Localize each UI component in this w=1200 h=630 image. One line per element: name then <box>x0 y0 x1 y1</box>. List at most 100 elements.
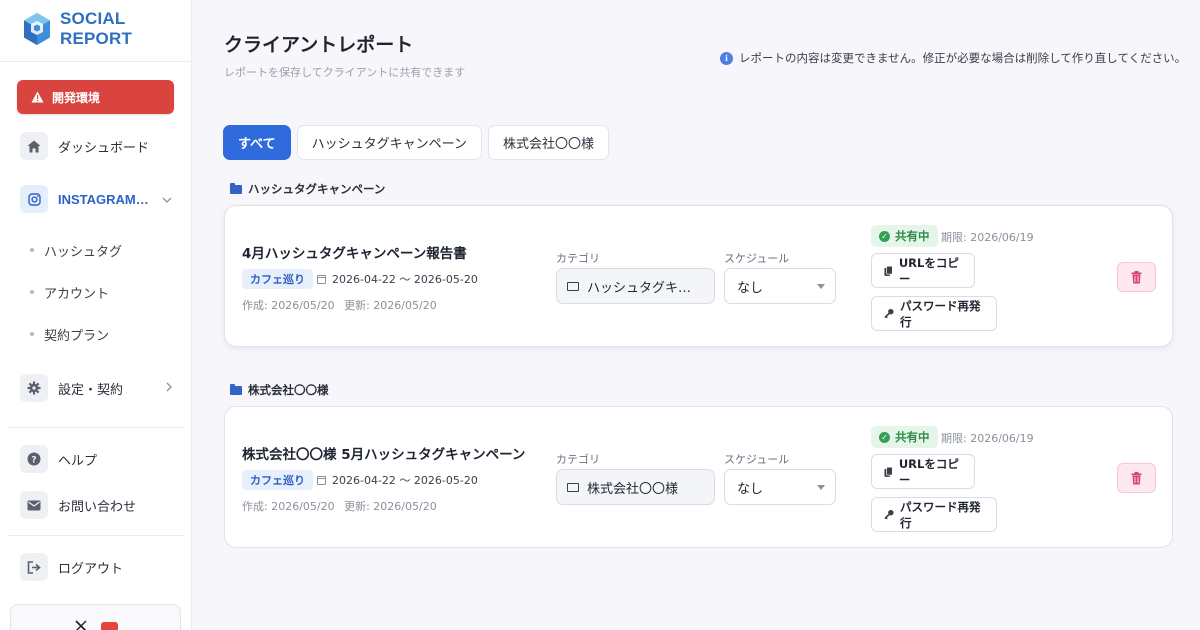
copy-url-button[interactable]: URLをコピー <box>871 454 975 489</box>
sidebar-subitem-hashtag[interactable]: ハッシュタグ <box>30 230 182 270</box>
notice: i レポートの内容は変更できません。修正が必要な場合は削除して作り直してください… <box>720 50 1186 66</box>
copy-url-button[interactable]: URLをコピー <box>871 253 975 288</box>
sidebar-subitem-label: 契約プラン <box>44 328 110 344</box>
sidebar-divider <box>8 535 184 536</box>
created-date: 作成: 2026/05/20 <box>242 500 335 513</box>
tab-hashtag-campaign[interactable]: ハッシュタグキャンペーン <box>296 125 482 160</box>
app-logo[interactable]: SOCIAL REPORT <box>22 9 191 48</box>
reissue-password-button[interactable]: パスワード再発行 <box>871 296 997 331</box>
folder-icon <box>230 383 242 395</box>
report-dates: 作成: 2026/05/20 更新: 2026/05/20 <box>242 498 437 514</box>
key-icon <box>884 308 894 319</box>
sidebar-subitem-label: アカウント <box>44 286 110 302</box>
copy-icon <box>884 466 893 477</box>
category-label: カテゴリ <box>556 252 600 265</box>
logo-icon <box>22 12 52 46</box>
created-date: 作成: 2026/05/20 <box>242 299 335 312</box>
x-logo-icon[interactable] <box>75 620 87 630</box>
sidebar-item-logout[interactable]: ログアウト <box>20 551 182 583</box>
sidebar-item-settings[interactable]: 設定・契約 <box>20 372 182 404</box>
chevron-down-icon <box>162 192 172 206</box>
calendar-icon <box>317 274 326 284</box>
calendar-icon <box>317 475 326 485</box>
report-card: 4月ハッシュタグキャンペーン報告書 カフェ巡り 2026-04-22 〜 202… <box>224 205 1173 347</box>
report-period-text: 2026-04-22 〜 2026-05-20 <box>332 273 478 286</box>
chevron-right-icon <box>166 381 172 395</box>
share-expiry: 期限: 2026/06/19 <box>941 231 1034 244</box>
report-tag: カフェ巡り <box>242 269 313 289</box>
tab-client-company[interactable]: 株式会社〇〇様 <box>487 125 609 160</box>
schedule-value: なし <box>737 481 764 497</box>
report-period-text: 2026-04-22 〜 2026-05-20 <box>332 474 478 487</box>
sidebar-subitem-label: ハッシュタグ <box>44 244 123 260</box>
report-dates: 作成: 2026/05/20 更新: 2026/05/20 <box>242 297 437 313</box>
delete-button[interactable] <box>1117 262 1156 292</box>
reissue-password-label: パスワード再発行 <box>900 298 981 329</box>
youtube-icon[interactable] <box>101 622 118 630</box>
help-icon: ? <box>20 445 48 473</box>
category-label: カテゴリ <box>556 453 600 466</box>
bullet-icon <box>30 332 34 336</box>
schedule-label: スケジュール <box>724 252 790 265</box>
logo-text: SOCIAL REPORT <box>60 9 133 48</box>
page-title: クライアントレポート <box>224 34 414 56</box>
copy-icon <box>884 265 893 276</box>
tab-all[interactable]: すべて <box>223 125 291 160</box>
report-tag: カフェ巡り <box>242 470 313 490</box>
schedule-label: スケジュール <box>724 453 790 466</box>
caret-down-icon <box>817 284 825 289</box>
sidebar-divider <box>8 427 184 428</box>
info-icon: i <box>720 51 733 65</box>
sidebar-item-instagram[interactable]: INSTAGRAM… <box>20 183 182 215</box>
folder-icon <box>567 281 579 291</box>
category-value: ハッシュタグキ… <box>587 280 692 296</box>
sidebar-item-contact[interactable]: お問い合わせ <box>20 489 182 521</box>
category-field[interactable]: ハッシュタグキ… <box>556 268 715 304</box>
share-status-badge: ✓ 共有中 <box>871 225 938 247</box>
category-field[interactable]: 株式会社〇〇様 <box>556 469 715 505</box>
sidebar-subitem-account[interactable]: アカウント <box>30 272 182 312</box>
sidebar-subitem-plan[interactable]: 契約プラン <box>30 314 182 354</box>
folder-icon <box>230 182 242 194</box>
sidebar-item-label: ログアウト <box>58 561 124 577</box>
report-card: 株式会社〇〇様 5月ハッシュタグキャンペーン カフェ巡り 2026-04-22 … <box>224 406 1173 548</box>
sidebar-item-label: お問い合わせ <box>58 499 137 515</box>
trash-icon <box>1131 270 1142 283</box>
group-label-text: ハッシュタグキャンペーン <box>248 182 386 196</box>
sidebar-item-label: ヘルプ <box>58 453 98 469</box>
folder-icon <box>567 482 579 492</box>
warning-icon <box>31 91 44 103</box>
logout-icon <box>20 553 48 581</box>
env-badge: 開発環境 <box>17 80 174 114</box>
check-circle-icon: ✓ <box>879 431 890 443</box>
report-title: 株式会社〇〇様 5月ハッシュタグキャンペーン <box>242 447 526 463</box>
schedule-select[interactable]: なし <box>724 268 836 304</box>
share-status-text: 共有中 <box>895 430 930 444</box>
instagram-icon <box>20 185 48 213</box>
reissue-password-label: パスワード再発行 <box>900 499 981 530</box>
sidebar-item-label: INSTAGRAM… <box>58 191 149 207</box>
schedule-value: なし <box>737 280 764 296</box>
sidebar: SOCIAL REPORT 開発環境 ダッシュボード INSTAGRAM… ハッ… <box>0 0 192 630</box>
sidebar-item-dashboard[interactable]: ダッシュボード <box>20 130 182 162</box>
notice-text: レポートの内容は変更できません。修正が必要な場合は削除して作り直してください。 <box>739 51 1187 65</box>
report-title: 4月ハッシュタグキャンペーン報告書 <box>242 246 467 262</box>
page-subtitle: レポートを保存してクライアントに共有できます <box>224 66 466 79</box>
social-links-card <box>10 604 181 630</box>
home-icon <box>20 132 48 160</box>
updated-date: 更新: 2026/05/20 <box>344 500 437 513</box>
schedule-select[interactable]: なし <box>724 469 836 505</box>
reissue-password-button[interactable]: パスワード再発行 <box>871 497 997 532</box>
svg-text:?: ? <box>31 456 36 466</box>
sidebar-item-help[interactable]: ? ヘルプ <box>20 443 182 475</box>
key-icon <box>884 509 894 520</box>
filter-tabs: すべて ハッシュタグキャンペーン 株式会社〇〇様 <box>223 125 609 160</box>
trash-icon <box>1131 471 1142 484</box>
delete-button[interactable] <box>1117 463 1156 493</box>
group-label: 株式会社〇〇様 <box>230 382 329 398</box>
sidebar-item-label: 設定・契約 <box>58 382 124 398</box>
category-value: 株式会社〇〇様 <box>587 481 679 497</box>
updated-date: 更新: 2026/05/20 <box>344 299 437 312</box>
share-status-badge: ✓ 共有中 <box>871 426 938 448</box>
report-period: 2026-04-22 〜 2026-05-20 <box>317 271 478 287</box>
